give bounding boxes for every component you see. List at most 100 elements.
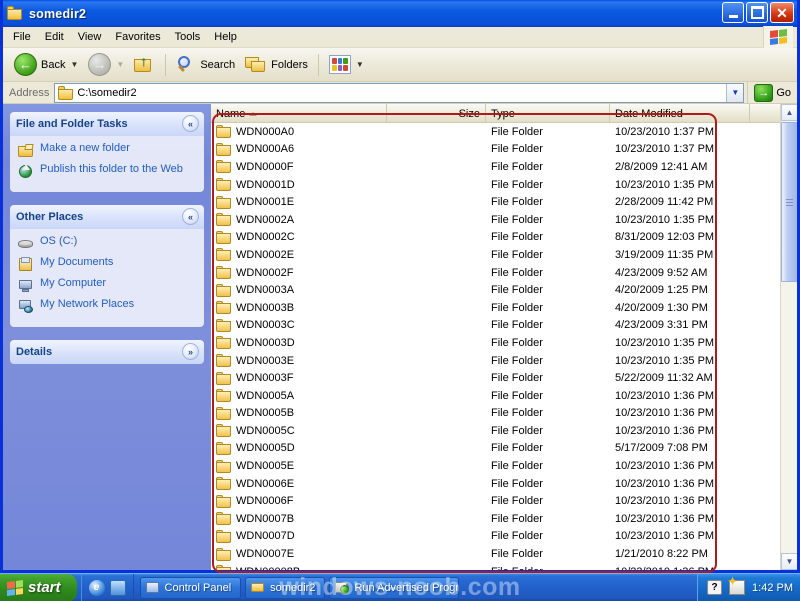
search-label: Search bbox=[200, 58, 236, 71]
chevron-up-icon[interactable]: « bbox=[182, 115, 199, 132]
table-row[interactable]: WDN0002E File Folder 3/19/2009 11:35 PM bbox=[211, 246, 797, 264]
chevron-up-icon[interactable]: « bbox=[182, 208, 199, 225]
table-row[interactable]: WDN0003D File Folder 10/23/2010 1:35 PM bbox=[211, 334, 797, 352]
views-button[interactable]: ▼ bbox=[324, 52, 369, 77]
table-row[interactable]: WDN0005B File Folder 10/23/2010 1:36 PM bbox=[211, 405, 797, 423]
table-row[interactable]: WDN0002F File Folder 4/23/2009 9:52 AM bbox=[211, 264, 797, 282]
chevron-up-icon: ▲ bbox=[785, 108, 794, 117]
panel-header-file-and-folder-tasks[interactable]: File and Folder Tasks « bbox=[10, 112, 204, 136]
vertical-scrollbar[interactable]: ▲ ▼ bbox=[780, 104, 797, 570]
system-tray: ? ✦ 1:42 PM bbox=[697, 573, 800, 601]
table-row[interactable]: WDN0007B File Folder 10/23/2010 1:36 PM bbox=[211, 510, 797, 528]
menu-tools[interactable]: Tools bbox=[168, 29, 208, 45]
sidebar-link-publish-folder-web[interactable]: Publish this folder to the Web bbox=[18, 163, 196, 179]
sidebar-link-my-computer[interactable]: My Computer bbox=[18, 277, 196, 293]
close-button[interactable]: ✕ bbox=[770, 2, 794, 23]
panel-body-file-and-folder-tasks: Make a new folder Publish this folder to… bbox=[10, 136, 204, 192]
table-row[interactable]: WDN0003B File Folder 4/20/2009 1:30 PM bbox=[211, 299, 797, 317]
start-button[interactable]: start bbox=[0, 573, 77, 601]
menu-edit[interactable]: Edit bbox=[38, 29, 71, 45]
table-row[interactable]: WDN00008B File Folder10/23/2010 1:36 PM bbox=[211, 563, 797, 570]
row-type-cell: File Folder bbox=[491, 196, 543, 209]
table-row[interactable]: WDN0002A File Folder 10/23/2010 1:35 PM bbox=[211, 211, 797, 229]
row-name-cell: WDN0003A bbox=[211, 283, 387, 297]
folder-icon bbox=[216, 406, 232, 420]
sidebar-link-my-documents[interactable]: My Documents bbox=[18, 256, 196, 272]
table-row[interactable]: WDN0005A File Folder 10/23/2010 1:36 PM bbox=[211, 387, 797, 405]
chevron-down-icon[interactable]: » bbox=[182, 343, 199, 360]
table-row[interactable]: WDN0001E File Folder 2/28/2009 11:42 PM bbox=[211, 193, 797, 211]
clock[interactable]: 1:42 PM bbox=[752, 582, 793, 594]
mail-icon[interactable] bbox=[109, 579, 126, 596]
toolbar: ← Back ▼ → ▼ ↑ Search Folders ▼ bbox=[3, 48, 797, 82]
maximize-button[interactable] bbox=[746, 2, 768, 23]
table-row[interactable]: WDN0003E File Folder 10/23/2010 1:35 PM bbox=[211, 352, 797, 370]
scroll-up-button[interactable]: ▲ bbox=[781, 104, 797, 121]
folders-button[interactable]: Folders bbox=[240, 53, 313, 77]
table-row[interactable]: WDN0003F File Folder 5/22/2009 11:32 AM bbox=[211, 369, 797, 387]
table-row[interactable]: WDN000A6 File Folder 10/23/2010 1:37 PM bbox=[211, 141, 797, 159]
table-row[interactable]: WDN0007D File Folder 10/23/2010 1:36 PM bbox=[211, 528, 797, 546]
row-type-cell: File Folder bbox=[491, 530, 543, 543]
column-header-size[interactable]: Size bbox=[387, 104, 486, 123]
internet-explorer-icon[interactable]: e bbox=[88, 579, 105, 596]
menu-help[interactable]: Help bbox=[207, 29, 244, 45]
back-button[interactable]: ← Back ▼ bbox=[9, 50, 83, 79]
minimize-button[interactable] bbox=[722, 2, 744, 23]
scrollbar-thumb[interactable] bbox=[781, 122, 797, 282]
views-dropdown-icon[interactable]: ▼ bbox=[356, 60, 364, 69]
panel-header-other-places[interactable]: Other Places « bbox=[10, 205, 204, 229]
row-name-label: WDN0007E bbox=[236, 548, 295, 561]
table-row[interactable]: WDN000A0 File Folder 10/23/2010 1:37 PM bbox=[211, 123, 797, 141]
help-icon[interactable]: ? bbox=[707, 580, 723, 595]
column-headers: Name Size Type Date Modified bbox=[211, 104, 797, 123]
row-name-cell: WDN0006E bbox=[211, 477, 387, 491]
row-type-cell: File Folder bbox=[491, 284, 543, 297]
folder-icon bbox=[216, 248, 232, 262]
row-type-cell: File Folder bbox=[491, 512, 543, 525]
table-row[interactable]: WDN0003A File Folder 4/20/2009 1:25 PM bbox=[211, 281, 797, 299]
taskbar-button-somedir2[interactable]: somedir2 bbox=[245, 576, 326, 599]
taskbar-button-run-advertised-programs[interactable]: Run Advertised Progr... bbox=[329, 576, 460, 599]
row-name-cell: WDN0001E bbox=[211, 195, 387, 209]
table-row[interactable]: WDN0005E File Folder 10/23/2010 1:36 PM bbox=[211, 457, 797, 475]
row-name-cell: WDN0006F bbox=[211, 494, 387, 508]
sidebar-link-os-c[interactable]: OS (C:) bbox=[18, 235, 196, 251]
column-header-date-modified[interactable]: Date Modified bbox=[610, 104, 750, 123]
table-row[interactable]: WDN0005D File Folder 5/17/2009 7:08 PM bbox=[211, 440, 797, 458]
title-bar[interactable]: somedir2 ✕ bbox=[3, 0, 797, 27]
row-name-cell: WDN0003F bbox=[211, 371, 387, 385]
column-header-name[interactable]: Name bbox=[211, 104, 387, 123]
sidebar-link-my-network-places[interactable]: My Network Places bbox=[18, 298, 196, 314]
panel-header-details[interactable]: Details » bbox=[10, 340, 204, 364]
sidebar-link-make-new-folder[interactable]: Make a new folder bbox=[18, 142, 196, 158]
table-row[interactable]: WDN0007E File Folder 1/21/2010 8:22 PM bbox=[211, 545, 797, 563]
table-row[interactable]: WDN0003C File Folder 4/23/2009 3:31 PM bbox=[211, 317, 797, 335]
menu-view[interactable]: View bbox=[71, 29, 109, 45]
address-dropdown-icon[interactable]: ▼ bbox=[726, 83, 744, 102]
folders-label: Folders bbox=[271, 58, 308, 71]
table-row[interactable]: WDN0006F File Folder 10/23/2010 1:36 PM bbox=[211, 492, 797, 510]
menu-bar: File Edit View Favorites Tools Help bbox=[3, 26, 797, 48]
table-row[interactable]: WDN0001D File Folder 10/23/2010 1:35 PM bbox=[211, 176, 797, 194]
row-name-label: WDN0002F bbox=[236, 266, 294, 279]
folder-icon bbox=[7, 6, 24, 21]
sidebar-link-label: Make a new folder bbox=[40, 142, 130, 154]
table-row[interactable]: WDN0000F File Folder 2/8/2009 12:41 AM bbox=[211, 158, 797, 176]
table-row[interactable]: WDN0002C File Folder 8/31/2009 12:03 PM bbox=[211, 229, 797, 247]
scroll-down-button[interactable]: ▼ bbox=[781, 553, 797, 570]
row-name-label: WDN0001E bbox=[236, 196, 295, 209]
taskbar-button-control-panel[interactable]: Control Panel bbox=[139, 576, 242, 599]
up-button[interactable]: ↑ bbox=[129, 52, 160, 77]
table-row[interactable]: WDN0005C File Folder 10/23/2010 1:36 PM bbox=[211, 422, 797, 440]
notification-icon[interactable]: ✦ bbox=[728, 577, 746, 595]
menu-file[interactable]: File bbox=[6, 29, 38, 45]
menu-favorites[interactable]: Favorites bbox=[108, 29, 167, 45]
search-button[interactable]: Search bbox=[171, 52, 240, 77]
back-dropdown-icon[interactable]: ▼ bbox=[70, 60, 78, 69]
address-input[interactable]: C:\somedir2 ▼ bbox=[54, 82, 745, 103]
column-header-type[interactable]: Type bbox=[486, 104, 610, 123]
go-button[interactable]: → Go bbox=[747, 81, 797, 104]
table-row[interactable]: WDN0006E File Folder 10/23/2010 1:36 PM bbox=[211, 475, 797, 493]
row-name-label: WDN000A6 bbox=[236, 143, 295, 156]
